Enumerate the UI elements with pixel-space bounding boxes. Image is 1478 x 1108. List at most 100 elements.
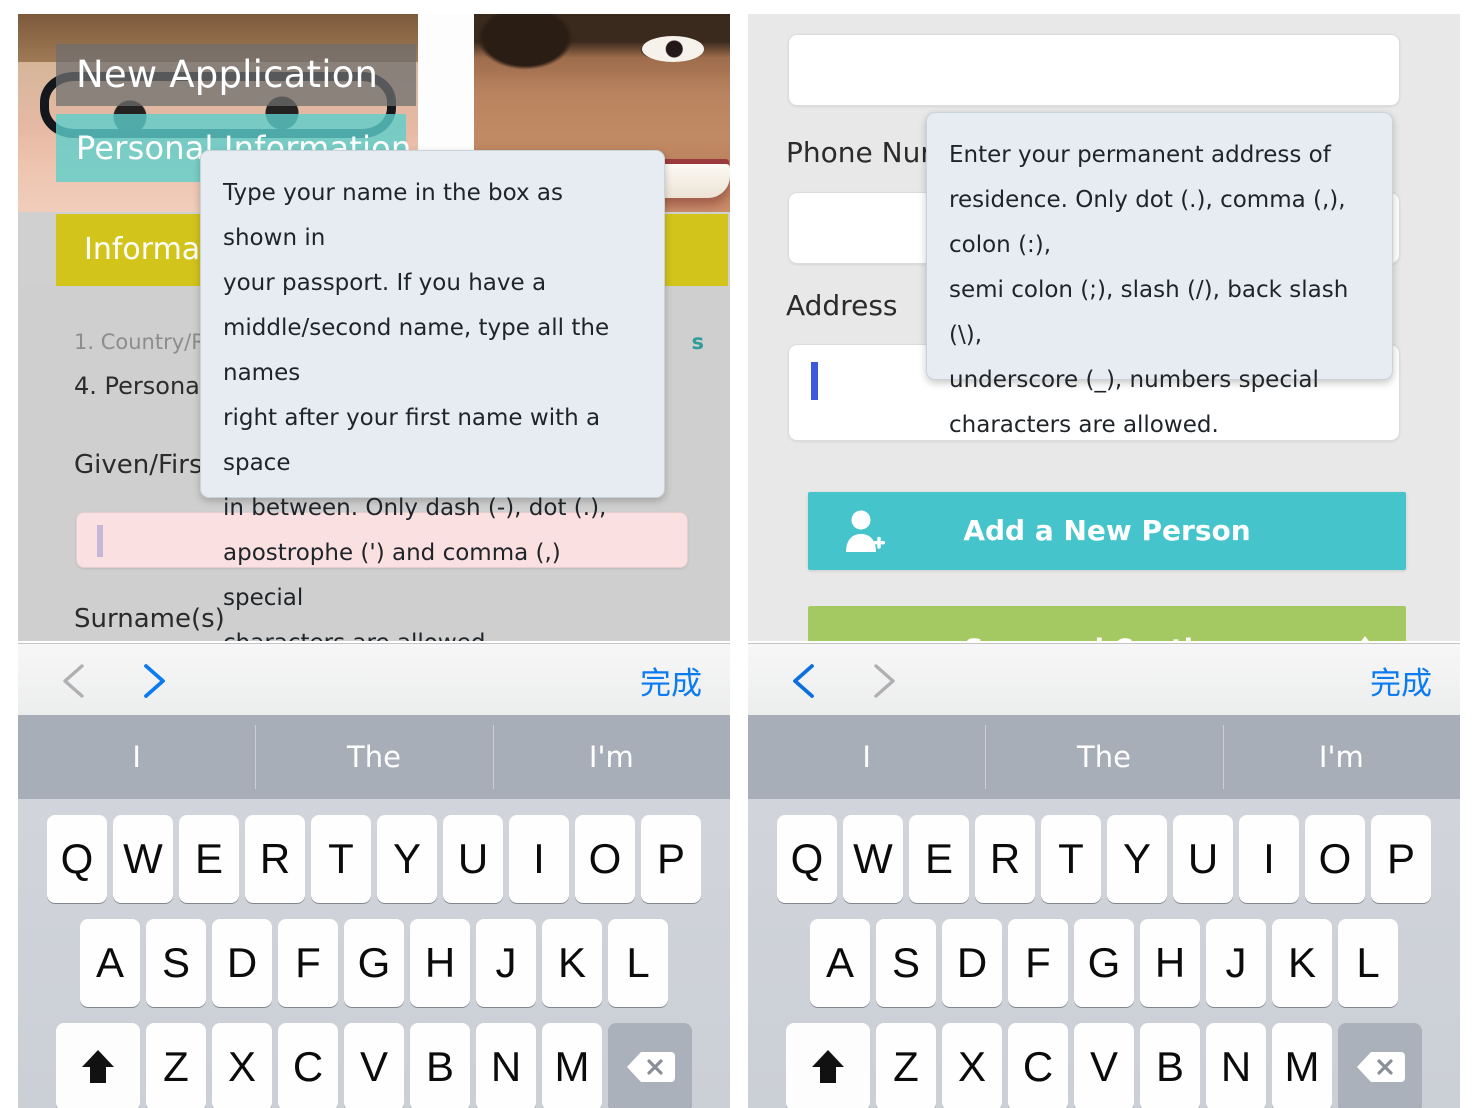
tooltip-line: in between. Only dash (-), dot (.), [223,495,607,521]
key-h[interactable]: H [410,919,470,1007]
tooltip-line: semi colon (;), slash (/), back slash (\… [949,277,1349,348]
left-keyboard: I The I'm Q W E R T Y U I O P A S D F G … [18,715,730,1108]
left-margin [0,0,18,1108]
right-phone-panel: Phone Nur Address Add a New Person Save … [748,0,1460,1108]
key-g[interactable]: G [1074,919,1134,1007]
done-button[interactable]: 完成 [640,658,702,703]
key-w[interactable]: W [843,815,903,903]
backspace-icon[interactable] [1338,1023,1422,1108]
key-i[interactable]: I [1239,815,1299,903]
photo-eye [642,36,704,62]
key-l[interactable]: L [1338,919,1398,1007]
key-a[interactable]: A [810,919,870,1007]
key-u[interactable]: U [1173,815,1233,903]
prediction-item[interactable]: I'm [1222,715,1460,799]
key-l[interactable]: L [608,919,668,1007]
key-q[interactable]: Q [777,815,837,903]
key-c[interactable]: C [1008,1023,1068,1108]
key-f[interactable]: F [1008,919,1068,1007]
key-u[interactable]: U [443,815,503,903]
top-text-input[interactable] [788,34,1400,106]
done-button[interactable]: 完成 [1370,658,1432,703]
page-title: New Application [56,44,416,106]
tooltip-line: apostrophe (') and comma (,) special [223,540,561,611]
key-e[interactable]: E [179,815,239,903]
given-name-label: Given/Firs [74,450,203,480]
key-h[interactable]: H [1140,919,1200,1007]
instructions-link[interactable]: s [692,330,705,354]
keyboard-row-2: A S D F G H J K L [18,919,730,1007]
key-a[interactable]: A [80,919,140,1007]
key-m[interactable]: M [1272,1023,1332,1108]
key-x[interactable]: X [212,1023,272,1108]
key-s[interactable]: S [146,919,206,1007]
left-input-accessory-bar: 完成 [18,643,730,717]
key-n[interactable]: N [476,1023,536,1108]
keyboard-row-1: Q W E R T Y U I O P [748,815,1460,903]
key-k[interactable]: K [542,919,602,1007]
backspace-icon[interactable] [608,1023,692,1108]
right-webview: Phone Nur Address Add a New Person Save … [748,14,1460,641]
tooltip-line: characters are allowed. [223,621,642,641]
key-y[interactable]: Y [1107,815,1167,903]
key-o[interactable]: O [575,815,635,903]
key-n[interactable]: N [1206,1023,1266,1108]
prediction-item[interactable]: The [985,715,1222,799]
triangle-up-icon [1350,636,1380,641]
key-r[interactable]: R [975,815,1035,903]
key-k[interactable]: K [1272,919,1332,1007]
name-help-tooltip: Type your name in the box as shown in yo… [200,150,665,641]
key-v[interactable]: V [344,1023,404,1108]
prediction-item[interactable]: I [18,715,255,799]
keyboard-row-1: Q W E R T Y U I O P [18,815,730,903]
key-j[interactable]: J [1206,919,1266,1007]
address-label: Address [786,289,898,322]
prediction-item[interactable]: I'm [492,715,730,799]
surname-label: Surname(s) [74,604,225,634]
left-phone-panel: New Application Personal Information Inf… [18,0,730,1108]
key-q[interactable]: Q [47,815,107,903]
key-z[interactable]: Z [876,1023,936,1108]
key-r[interactable]: R [245,815,305,903]
key-z[interactable]: Z [146,1023,206,1108]
address-help-tooltip: Enter your permanent address of residenc… [926,112,1393,438]
key-b[interactable]: B [1140,1023,1200,1108]
shift-arrow-icon[interactable] [56,1023,140,1108]
prediction-item[interactable]: I [748,715,985,799]
key-p[interactable]: P [1371,815,1431,903]
prediction-item[interactable]: The [255,715,492,799]
tooltip-line: middle/second name, type all the names [223,315,610,386]
key-y[interactable]: Y [377,815,437,903]
key-b[interactable]: B [410,1023,470,1108]
key-c[interactable]: C [278,1023,338,1108]
key-o[interactable]: O [1305,815,1365,903]
key-m[interactable]: M [542,1023,602,1108]
key-p[interactable]: P [641,815,701,903]
shift-arrow-icon[interactable] [786,1023,870,1108]
key-t[interactable]: T [311,815,371,903]
chevron-left-icon[interactable] [788,662,822,700]
phone-number-label: Phone Nur [786,136,932,169]
key-s[interactable]: S [876,919,936,1007]
tooltip-line: right after your first name with a space [223,405,601,476]
key-i[interactable]: I [509,815,569,903]
chevron-right-icon[interactable] [136,662,170,700]
chevron-right-icon[interactable] [866,662,900,700]
key-d[interactable]: D [942,919,1002,1007]
key-f[interactable]: F [278,919,338,1007]
screenshot-root: New Application Personal Information Inf… [0,0,1478,1108]
key-x[interactable]: X [942,1023,1002,1108]
key-d[interactable]: D [212,919,272,1007]
right-keyboard: I The I'm Q W E R T Y U I O P A S D F G … [748,715,1460,1108]
key-e[interactable]: E [909,815,969,903]
prediction-bar: I The I'm [748,715,1460,799]
key-g[interactable]: G [344,919,404,1007]
tooltip-line: your passport. If you have a [223,270,547,296]
chevron-left-icon[interactable] [58,662,92,700]
key-t[interactable]: T [1041,815,1101,903]
key-w[interactable]: W [113,815,173,903]
add-new-person-button[interactable]: Add a New Person [808,492,1406,570]
save-and-continue-button[interactable]: Save and Continue [808,606,1406,641]
key-v[interactable]: V [1074,1023,1134,1108]
key-j[interactable]: J [476,919,536,1007]
